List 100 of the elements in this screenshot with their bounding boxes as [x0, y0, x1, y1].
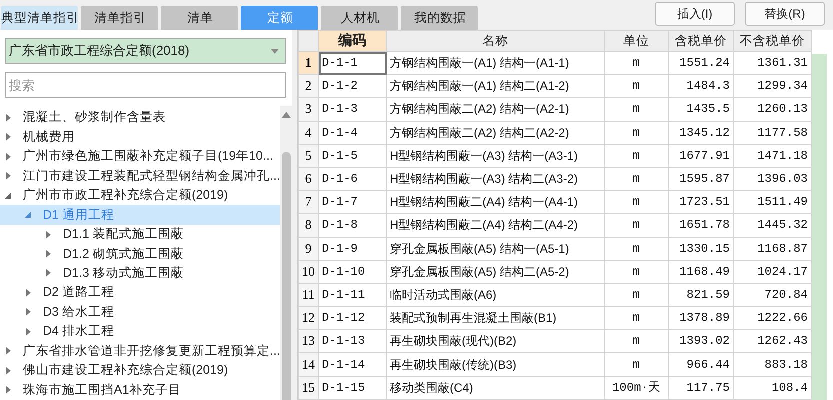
replace-button[interactable]: 替换(R) — [745, 2, 825, 26]
table-cell: D-1-8 — [318, 214, 386, 237]
table-cell: m — [604, 121, 668, 144]
table-cell: 再生砌块围蔽(现代)(B2) — [386, 330, 604, 353]
table-cell: D-1-15 — [318, 376, 386, 400]
column-header: 不含税单价 — [734, 30, 812, 52]
table-cell: 821.59 — [668, 283, 734, 307]
table-cell: 1345.12 — [668, 121, 734, 144]
row-number: 9 — [298, 237, 318, 260]
tree-item[interactable]: 广州市绿色施工围蔽补充定额子目(19年10... — [0, 146, 280, 166]
row-number: 8 — [298, 214, 318, 237]
table-cell: m — [604, 167, 668, 191]
table-cell: m — [604, 283, 668, 307]
table-cell: m — [604, 330, 668, 353]
tree-item[interactable]: 混凝土、砂浆制作含量表 — [0, 108, 280, 128]
scrollbar[interactable] — [280, 106, 292, 400]
expand-icon[interactable] — [4, 172, 12, 180]
table-cell: 1393.02 — [668, 330, 734, 353]
caret-icon — [271, 48, 279, 54]
row-number: 10 — [298, 260, 318, 284]
library-select[interactable]: 广东省市政工程综合定额(2018) — [5, 38, 286, 64]
table-cell: 117.75 — [668, 376, 734, 400]
expand-icon[interactable] — [24, 288, 32, 297]
tree-item[interactable]: 江门市建设工程装配式轻型钢结构金属冲孔... — [0, 166, 280, 186]
expand-icon[interactable] — [24, 308, 32, 316]
table-cell: m — [604, 74, 668, 98]
row-number: 13 — [298, 330, 318, 353]
tree-item[interactable]: 佛山市建设工程补充综合定额(2019) — [0, 361, 280, 381]
table-cell: H型钢结构围蔽一(A3) 结构二(A3-2) — [386, 167, 604, 191]
table-cell: 966.44 — [668, 352, 734, 376]
expand-icon[interactable] — [4, 347, 12, 356]
expand-icon[interactable] — [4, 152, 12, 161]
table-cell: H型钢结构围蔽二(A4) 结构一(A4-1) — [386, 190, 604, 214]
column-header: 单位 — [604, 30, 668, 52]
table-cell: 1484.3 — [668, 74, 734, 98]
tab[interactable]: 清单 — [161, 6, 238, 30]
table-cell: 方钢结构围蔽一(A1) 结构一(A1-1) — [386, 52, 604, 75]
tab[interactable]: 人材机 — [321, 6, 398, 30]
table-cell: m — [604, 144, 668, 168]
table-cell: D-1-6 — [318, 167, 386, 191]
table-cell: D-1-5 — [318, 144, 386, 168]
table-cell: 再生砌块围蔽(传统)(B3) — [386, 352, 604, 376]
tree-item[interactable]: D4 排水工程 — [0, 322, 280, 342]
tree-item[interactable]: D1.2 砌筑式施工围蔽 — [0, 244, 280, 264]
scroll-up-icon[interactable] — [282, 112, 291, 118]
column-header: 名称 — [386, 30, 604, 52]
table-cell: 100m·天 — [604, 376, 668, 400]
table-cell: 方钢结构围蔽一(A1) 结构二(A1-2) — [386, 74, 604, 98]
expand-icon[interactable] — [4, 133, 12, 142]
table-cell: 穿孔金属板围蔽(A5) 结构二(A5-2) — [386, 260, 604, 284]
table-cell: D-1-12 — [318, 306, 386, 330]
table-cell: 移动类围蔽(C4) — [386, 376, 604, 400]
tree-item[interactable]: 机械费用 — [0, 127, 280, 147]
column-header: 含税单价 — [668, 30, 734, 52]
table-cell: 1378.89 — [668, 306, 734, 330]
tree-item[interactable]: 广东省排水管道非开挖修复更新工程预算定... — [0, 342, 280, 362]
row-number: 7 — [298, 190, 318, 214]
table-cell: 穿孔金属板围蔽(A5) 结构一(A5-1) — [386, 237, 604, 260]
tree-item[interactable]: D1.1 装配式施工围蔽 — [0, 224, 280, 244]
tree-item[interactable]: 珠海市施工围挡A1补充子目 — [0, 380, 280, 400]
expand-icon[interactable] — [44, 250, 52, 258]
table-cell: m — [604, 352, 668, 376]
table-cell: D-1-10 — [318, 260, 386, 284]
table-cell: H型钢结构围蔽一(A3) 结构一(A3-1) — [386, 144, 604, 168]
table-cell: D-1-3 — [318, 98, 386, 122]
expand-icon[interactable] — [44, 230, 52, 239]
collapse-icon[interactable] — [24, 211, 32, 220]
tree-item[interactable]: D2 道路工程 — [0, 283, 280, 303]
table-cell: 1595.87 — [668, 167, 734, 191]
table-cell: m — [604, 190, 668, 214]
table-cell: 1330.15 — [668, 237, 734, 260]
tree-item[interactable]: 广州市市政工程补充综合定额(2019) — [0, 186, 280, 206]
tree-item[interactable]: D1.3 移动式施工围蔽 — [0, 264, 280, 284]
expand-icon[interactable] — [4, 386, 12, 394]
row-number: 12 — [298, 306, 318, 330]
tree-item[interactable]: D3 给水工程 — [0, 302, 280, 322]
column-header: 编码 — [318, 30, 386, 52]
table-cell: 1677.91 — [668, 144, 734, 168]
row-number: 15 — [298, 376, 318, 400]
tab[interactable]: 清单指引 — [81, 6, 158, 30]
insert-button[interactable]: 插入(I) — [655, 2, 735, 26]
tab[interactable]: 典型清单指引 — [1, 6, 78, 30]
expand-icon[interactable] — [4, 366, 12, 375]
row-number: 2 — [298, 74, 318, 98]
table-cell: 1551.24 — [668, 52, 734, 75]
table-cell: D-1-11 — [318, 283, 386, 307]
search-field[interactable]: 搜索 — [5, 72, 286, 98]
collapse-icon[interactable] — [4, 192, 12, 200]
expand-icon[interactable] — [4, 114, 12, 122]
expand-icon[interactable] — [44, 269, 52, 278]
tab[interactable]: 我的数据 — [401, 6, 478, 30]
table-cell: 1723.51 — [668, 190, 734, 214]
table-cell: D-1-14 — [318, 352, 386, 376]
table-cell: m — [604, 52, 668, 75]
table-cell: D-1-4 — [318, 121, 386, 144]
table-cell: D-1-7 — [318, 190, 386, 214]
table-cell: m — [604, 260, 668, 284]
row-number: 6 — [298, 167, 318, 191]
expand-icon[interactable] — [24, 328, 32, 336]
row-number: 1 — [298, 52, 318, 75]
